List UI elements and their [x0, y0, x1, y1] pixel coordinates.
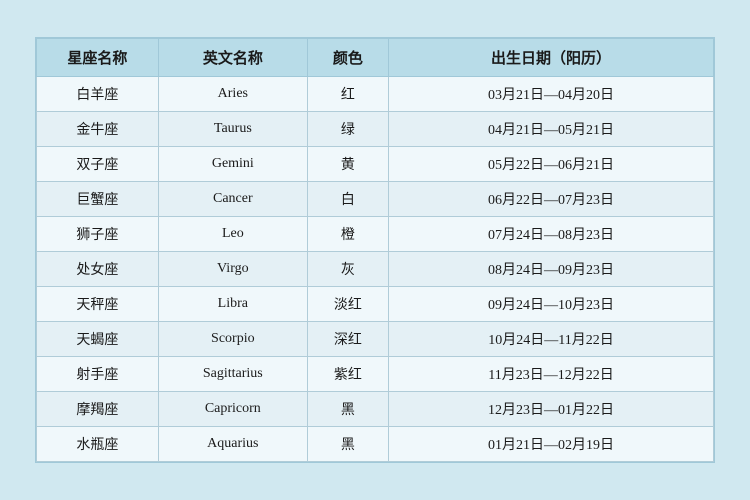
- cell-chinese: 处女座: [37, 252, 159, 287]
- header-color: 颜色: [307, 39, 388, 77]
- cell-english: Aquarius: [158, 427, 307, 462]
- cell-color: 橙: [307, 217, 388, 252]
- table-row: 双子座Gemini黄05月22日—06月21日: [37, 147, 714, 182]
- table-row: 天蝎座Scorpio深红10月24日—11月22日: [37, 322, 714, 357]
- cell-color: 紫红: [307, 357, 388, 392]
- zodiac-table-container: 星座名称 英文名称 颜色 出生日期（阳历） 白羊座Aries红03月21日—04…: [35, 37, 715, 463]
- cell-english: Taurus: [158, 112, 307, 147]
- cell-english: Libra: [158, 287, 307, 322]
- cell-color: 黑: [307, 392, 388, 427]
- cell-color: 黄: [307, 147, 388, 182]
- cell-chinese: 狮子座: [37, 217, 159, 252]
- table-header-row: 星座名称 英文名称 颜色 出生日期（阳历）: [37, 39, 714, 77]
- cell-date: 06月22日—07月23日: [389, 182, 714, 217]
- cell-date: 04月21日—05月21日: [389, 112, 714, 147]
- zodiac-table: 星座名称 英文名称 颜色 出生日期（阳历） 白羊座Aries红03月21日—04…: [36, 38, 714, 462]
- cell-color: 绿: [307, 112, 388, 147]
- cell-color: 灰: [307, 252, 388, 287]
- cell-english: Aries: [158, 77, 307, 112]
- table-row: 射手座Sagittarius紫红11月23日—12月22日: [37, 357, 714, 392]
- header-date: 出生日期（阳历）: [389, 39, 714, 77]
- cell-chinese: 射手座: [37, 357, 159, 392]
- cell-chinese: 水瓶座: [37, 427, 159, 462]
- table-row: 白羊座Aries红03月21日—04月20日: [37, 77, 714, 112]
- table-row: 狮子座Leo橙07月24日—08月23日: [37, 217, 714, 252]
- cell-date: 12月23日—01月22日: [389, 392, 714, 427]
- table-row: 水瓶座Aquarius黑01月21日—02月19日: [37, 427, 714, 462]
- cell-color: 深红: [307, 322, 388, 357]
- cell-chinese: 天秤座: [37, 287, 159, 322]
- cell-english: Scorpio: [158, 322, 307, 357]
- cell-color: 淡红: [307, 287, 388, 322]
- cell-date: 08月24日—09月23日: [389, 252, 714, 287]
- table-row: 摩羯座Capricorn黑12月23日—01月22日: [37, 392, 714, 427]
- cell-english: Leo: [158, 217, 307, 252]
- cell-date: 01月21日—02月19日: [389, 427, 714, 462]
- cell-english: Cancer: [158, 182, 307, 217]
- cell-english: Virgo: [158, 252, 307, 287]
- table-row: 处女座Virgo灰08月24日—09月23日: [37, 252, 714, 287]
- cell-english: Gemini: [158, 147, 307, 182]
- cell-date: 03月21日—04月20日: [389, 77, 714, 112]
- header-chinese: 星座名称: [37, 39, 159, 77]
- cell-date: 05月22日—06月21日: [389, 147, 714, 182]
- cell-color: 红: [307, 77, 388, 112]
- table-row: 天秤座Libra淡红09月24日—10月23日: [37, 287, 714, 322]
- cell-chinese: 巨蟹座: [37, 182, 159, 217]
- cell-date: 10月24日—11月22日: [389, 322, 714, 357]
- header-english: 英文名称: [158, 39, 307, 77]
- table-row: 金牛座Taurus绿04月21日—05月21日: [37, 112, 714, 147]
- cell-chinese: 白羊座: [37, 77, 159, 112]
- table-row: 巨蟹座Cancer白06月22日—07月23日: [37, 182, 714, 217]
- cell-color: 黑: [307, 427, 388, 462]
- cell-date: 07月24日—08月23日: [389, 217, 714, 252]
- cell-chinese: 摩羯座: [37, 392, 159, 427]
- cell-date: 09月24日—10月23日: [389, 287, 714, 322]
- cell-chinese: 金牛座: [37, 112, 159, 147]
- cell-chinese: 双子座: [37, 147, 159, 182]
- cell-color: 白: [307, 182, 388, 217]
- cell-chinese: 天蝎座: [37, 322, 159, 357]
- cell-english: Sagittarius: [158, 357, 307, 392]
- cell-english: Capricorn: [158, 392, 307, 427]
- table-body: 白羊座Aries红03月21日—04月20日金牛座Taurus绿04月21日—0…: [37, 77, 714, 462]
- cell-date: 11月23日—12月22日: [389, 357, 714, 392]
